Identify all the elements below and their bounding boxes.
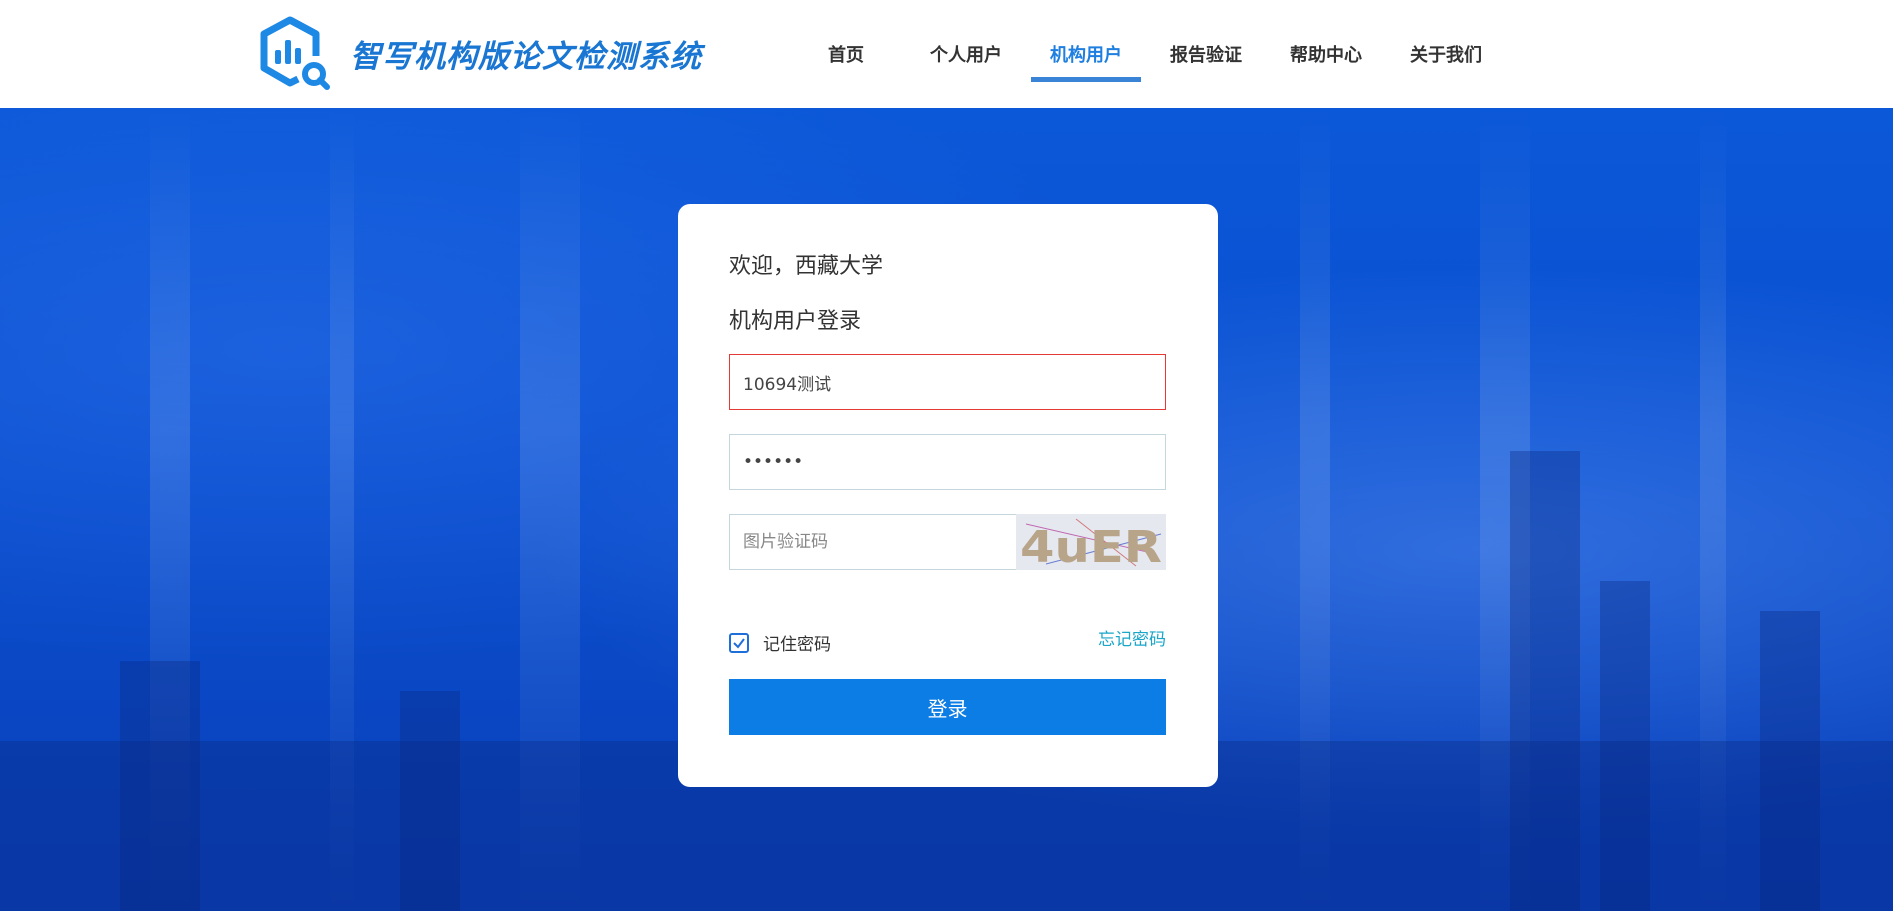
main-nav: 首页 个人用户 机构用户 报告验证 帮助中心 关于我们 [786,0,1506,108]
remember-label: 记住密码 [763,635,831,655]
captcha-char: 4uER [1020,522,1162,570]
password-input[interactable] [729,434,1166,490]
brand-name: 智写机构版论文检测系统 [350,38,702,75]
captcha-image[interactable]: 4uER [1016,514,1166,570]
nav-item-help-center[interactable]: 帮助中心 [1266,0,1386,108]
login-button[interactable]: 登录 [729,679,1166,735]
hexagon-chart-search-icon [260,16,330,90]
login-card: 欢迎，西藏大学 机构用户登录 4uER 记住密码 忘记密码 登录 [678,204,1218,787]
captcha-input[interactable] [729,514,1017,570]
nav-item-report-verify[interactable]: 报告验证 [1146,0,1266,108]
nav-item-home[interactable]: 首页 [786,0,906,108]
welcome-text: 欢迎，西藏大学 [729,254,884,279]
city-building [1510,451,1580,911]
nav-item-about-us[interactable]: 关于我们 [1386,0,1506,108]
city-building [1760,611,1820,911]
checkmark-icon [733,637,745,649]
nav-item-institution-user[interactable]: 机构用户 [1026,0,1146,108]
brand-logo[interactable]: 智写机构版论文检测系统 [258,16,702,90]
site-header: 智写机构版论文检测系统 首页 个人用户 机构用户 报告验证 帮助中心 关于我们 [0,0,1893,108]
remember-checkbox[interactable] [729,632,749,653]
forgot-password-link[interactable]: 忘记密码 [1098,630,1166,650]
city-building [1600,581,1650,911]
nav-item-personal-user[interactable]: 个人用户 [906,0,1026,108]
login-title: 机构用户登录 [729,309,862,334]
captcha-graphic: 4uER [1020,518,1162,570]
city-building [120,661,200,911]
username-input[interactable] [729,354,1166,410]
city-building [400,691,460,911]
remember-password[interactable]: 记住密码 [729,630,831,655]
